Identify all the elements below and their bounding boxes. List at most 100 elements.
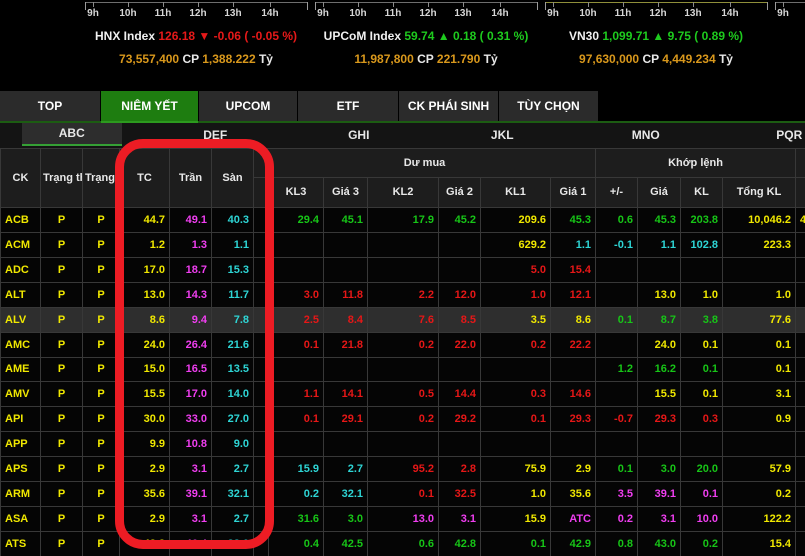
- status-gd-cell: P: [41, 332, 83, 357]
- matched-price-cell: 1.1: [638, 232, 681, 257]
- index-volume-line: 73,557,400 CP 1,388.222 Tỷ: [85, 52, 307, 66]
- gia3-cell: 42.5: [324, 531, 368, 556]
- status-gd-cell: P: [41, 432, 83, 457]
- ticker-cell[interactable]: ARM: [1, 482, 41, 507]
- filter-ghi[interactable]: GHI: [287, 123, 431, 148]
- kl1-cell: [481, 357, 551, 382]
- change-cell: [596, 332, 638, 357]
- ticker-cell[interactable]: ACB: [1, 208, 41, 233]
- partial-cell: [796, 482, 805, 507]
- table-row[interactable]: AMCPP24.026.421.60.121.80.222.00.222.224…: [1, 332, 805, 357]
- ticker-cell[interactable]: AMC: [1, 332, 41, 357]
- kl2-cell: 13.0: [368, 507, 439, 532]
- gia3-cell: 29.1: [324, 407, 368, 432]
- ticker-cell[interactable]: ALV: [1, 307, 41, 332]
- kl3-cell: 0.1: [269, 332, 324, 357]
- gia3-cell: 21.8: [324, 332, 368, 357]
- time-axis-label: 9h: [537, 8, 569, 19]
- col-header-ck: CK: [1, 149, 41, 208]
- gia2-cell: 45.2: [439, 208, 481, 233]
- hour-tick: [553, 2, 554, 7]
- filter-pqr[interactable]: PQR: [718, 123, 805, 148]
- table-row[interactable]: ADCPP17.018.715.35.015.4: [1, 257, 805, 282]
- table-row[interactable]: ARMPP35.639.132.10.232.10.132.51.035.63.…: [1, 482, 805, 507]
- ticker-cell[interactable]: ASA: [1, 507, 41, 532]
- table-row[interactable]: APSPP2.93.12.715.92.795.22.875.92.90.13.…: [1, 457, 805, 482]
- ticker-cell[interactable]: APS: [1, 457, 41, 482]
- partial-cell: [796, 332, 805, 357]
- gia3-cell: [324, 232, 368, 257]
- time-axis-label: 14h: [254, 8, 286, 19]
- col-header-gia3: Giá 3: [324, 178, 368, 208]
- table-row[interactable]: ATSPP42.246.438.00.442.50.642.80.142.90.…: [1, 531, 805, 556]
- ticker-cell[interactable]: APP: [1, 432, 41, 457]
- time-axis-label: 12h: [642, 8, 674, 19]
- matched-price-cell: 29.3: [638, 407, 681, 432]
- up-arrow-icon: ▲: [652, 29, 664, 43]
- col-header-tc: TC: [120, 149, 170, 208]
- ticker-cell[interactable]: AMV: [1, 382, 41, 407]
- tab-ck-phai-sinh[interactable]: CK PHÁI SINH: [399, 91, 498, 121]
- table-row[interactable]: AMEPP15.016.513.51.216.20.10.1: [1, 357, 805, 382]
- stock-price-board: 9h10h11h12h13h14hHNX Index 126.18 ▼ -0.0…: [0, 0, 805, 556]
- status-gd-cell: P: [41, 507, 83, 532]
- ticker-cell[interactable]: ACM: [1, 232, 41, 257]
- filter-abc[interactable]: ABC: [0, 123, 144, 148]
- spacer-cell: [254, 208, 269, 233]
- ticker-cell[interactable]: ADC: [1, 257, 41, 282]
- tab-top[interactable]: TOP: [0, 91, 100, 121]
- tab-tuy-chon[interactable]: TÙY CHỌN: [499, 91, 598, 121]
- spacer-cell: [254, 332, 269, 357]
- table-row[interactable]: ASAPP2.93.12.731.63.013.03.115.9ATC0.23.…: [1, 507, 805, 532]
- index-change: -0.06 ( -0.05 %): [210, 29, 297, 43]
- hour-tick: [658, 2, 659, 7]
- index-volume-line: 97,630,000 CP 4,449.234 Tỷ: [545, 52, 767, 66]
- tc-cell: 35.6: [120, 482, 170, 507]
- tran-cell: 33.0: [170, 407, 212, 432]
- volume-unit: CP: [642, 52, 662, 66]
- kl2-cell: 7.6: [368, 307, 439, 332]
- ticker-cell[interactable]: ATS: [1, 531, 41, 556]
- index-value: 1,099.71: [602, 29, 652, 43]
- gia3-cell: 3.0: [324, 507, 368, 532]
- spacer-cell: [254, 307, 269, 332]
- matched-price-cell: 3.0: [638, 457, 681, 482]
- filter-mno[interactable]: MNO: [574, 123, 718, 148]
- spacer-cell: [254, 482, 269, 507]
- ticker-cell[interactable]: API: [1, 407, 41, 432]
- table-row[interactable]: APPPP9.910.89.0: [1, 432, 805, 457]
- filter-def[interactable]: DEF: [144, 123, 288, 148]
- ticker-cell[interactable]: AME: [1, 357, 41, 382]
- gia1-cell: 8.6: [551, 307, 596, 332]
- change-cell: [596, 432, 638, 457]
- col-header-spacer: [254, 178, 269, 208]
- kl2-cell: 2.2: [368, 282, 439, 307]
- status-gd-cell: P: [41, 282, 83, 307]
- volume-unit: CP: [417, 52, 437, 66]
- table-row[interactable]: ALTPP13.014.311.73.011.82.212.01.012.113…: [1, 282, 805, 307]
- spacer-cell: [254, 282, 269, 307]
- gia2-cell: [439, 357, 481, 382]
- san-cell: 14.0: [212, 382, 254, 407]
- table-row[interactable]: ALVPP8.69.47.82.58.47.68.53.58.60.18.73.…: [1, 307, 805, 332]
- tab-upcom[interactable]: UPCOM: [199, 91, 297, 121]
- kl3-cell: [269, 432, 324, 457]
- group-header-khop-lenh: Khớp lệnh: [596, 149, 796, 178]
- table-row[interactable]: AMVPP15.517.014.01.114.10.514.40.314.615…: [1, 382, 805, 407]
- change-cell: 0.6: [596, 208, 638, 233]
- ticker-cell[interactable]: ALT: [1, 282, 41, 307]
- tab-niem-yet[interactable]: NIÊM YẾT: [101, 91, 198, 121]
- time-axis-line: [315, 2, 537, 3]
- filter-jkl[interactable]: JKL: [431, 123, 575, 148]
- time-axis-label: 10h: [572, 8, 604, 19]
- filter-active-chip: ABC: [22, 123, 122, 146]
- tran-cell: 10.8: [170, 432, 212, 457]
- table-row[interactable]: ACMPP1.21.31.1629.21.1-0.11.1102.8223.3: [1, 232, 805, 257]
- col-header-san: Sàn: [212, 149, 254, 208]
- partial-cell: [796, 232, 805, 257]
- table-row[interactable]: ACBPP44.749.140.329.445.117.945.2209.645…: [1, 208, 805, 233]
- tc-cell: 1.2: [120, 232, 170, 257]
- table-row[interactable]: APIPP30.033.027.00.129.10.229.20.129.3-0…: [1, 407, 805, 432]
- tab-etf[interactable]: ETF: [298, 91, 398, 121]
- hour-tick: [500, 2, 501, 7]
